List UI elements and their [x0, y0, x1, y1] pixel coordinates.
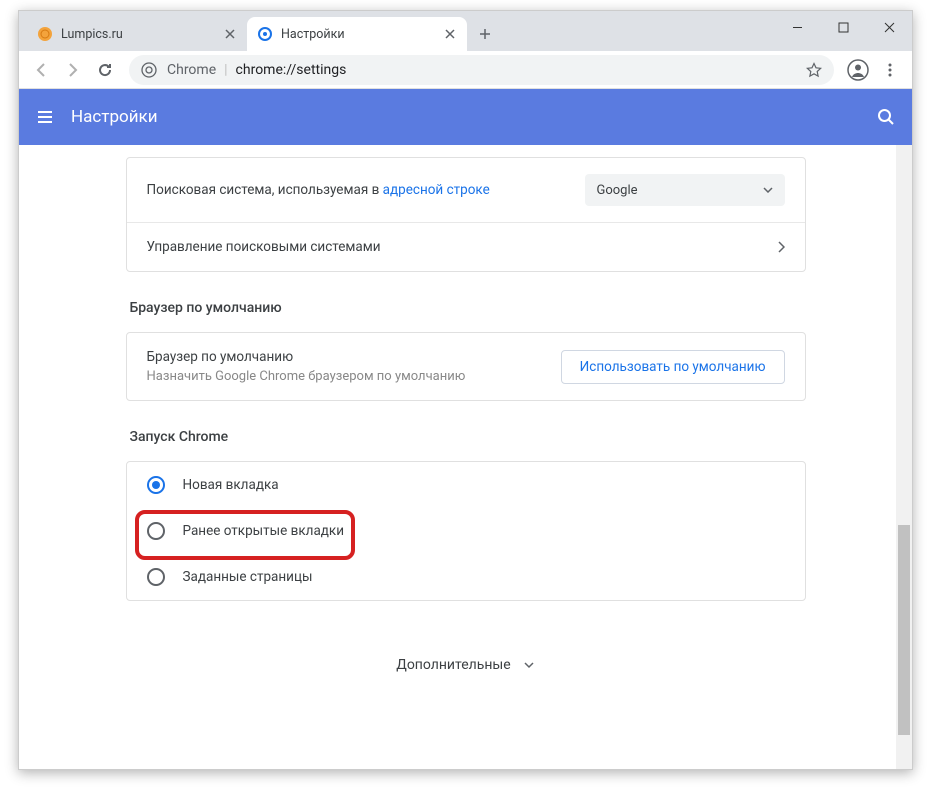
radio-selected-icon — [147, 476, 165, 494]
hamburger-icon[interactable] — [35, 107, 55, 127]
startup-section-title: Запуск Chrome — [130, 429, 806, 445]
startup-card: Новая вкладка Ранее открытые вкладки Зад… — [126, 461, 806, 601]
maximize-button[interactable] — [820, 11, 866, 43]
page-content: Настройки Поисковая система, используема… — [19, 89, 912, 769]
reload-button[interactable] — [91, 56, 119, 84]
manage-search-engines-row[interactable]: Управление поисковыми системами — [127, 223, 805, 271]
back-button[interactable] — [27, 56, 55, 84]
minimize-button[interactable] — [774, 11, 820, 43]
default-browser-card: Браузер по умолчанию Назначить Google Ch… — [126, 332, 806, 401]
address-bar-link[interactable]: адресной строке — [383, 182, 490, 198]
settings-header: Настройки — [19, 89, 912, 145]
tab-title: Lumpics.ru — [61, 27, 223, 42]
orange-circle-icon — [37, 26, 53, 42]
scrollbar-thumb[interactable] — [898, 525, 910, 735]
startup-option-new-tab[interactable]: Новая вкладка — [127, 462, 805, 508]
startup-option-continue[interactable]: Ранее открытые вкладки — [127, 508, 805, 554]
radio-label: Ранее открытые вкладки — [183, 523, 345, 539]
default-browser-subtitle: Назначить Google Chrome браузером по умо… — [147, 369, 561, 384]
radio-label: Заданные страницы — [183, 569, 313, 585]
address-bar[interactable]: Chrome | chrome://settings — [129, 55, 834, 85]
close-icon[interactable] — [223, 27, 237, 41]
tab-title: Настройки — [281, 27, 443, 42]
search-icon[interactable] — [876, 107, 896, 127]
forward-button[interactable] — [59, 56, 87, 84]
radio-label: Новая вкладка — [183, 477, 279, 493]
chrome-icon — [141, 62, 157, 78]
radio-icon — [147, 522, 165, 540]
browser-window: Lumpics.ru Настройки — [18, 10, 913, 770]
default-browser-row: Браузер по умолчанию Назначить Google Ch… — [127, 333, 805, 400]
search-engine-label: Поисковая система, используемая в адресн… — [147, 182, 585, 198]
tab-settings[interactable]: Настройки — [247, 17, 467, 51]
label-prefix: Поисковая система, используемая в — [147, 182, 383, 198]
manage-search-engines-label: Управление поисковыми системами — [147, 239, 777, 255]
close-window-button[interactable] — [866, 11, 912, 43]
search-engine-dropdown[interactable]: Google — [585, 174, 785, 206]
bookmark-star-icon[interactable] — [806, 62, 822, 78]
window-controls — [774, 11, 912, 43]
settings-body: Поисковая система, используемая в адресн… — [19, 145, 912, 769]
address-origin: Chrome — [167, 62, 216, 78]
default-browser-title: Браузер по умолчанию — [147, 349, 561, 365]
default-browser-section-title: Браузер по умолчанию — [130, 300, 806, 316]
tab-lumpics[interactable]: Lumpics.ru — [27, 17, 247, 51]
settings-title: Настройки — [71, 107, 876, 127]
profile-button[interactable] — [844, 56, 872, 84]
dropdown-value: Google — [597, 183, 763, 198]
advanced-label: Дополнительные — [396, 657, 510, 673]
chevron-right-icon — [777, 241, 785, 253]
menu-button[interactable] — [876, 56, 904, 84]
address-separator: | — [224, 62, 227, 78]
radio-icon — [147, 568, 165, 586]
search-engine-card: Поисковая система, используемая в адресн… — [126, 157, 806, 272]
advanced-toggle[interactable]: Дополнительные — [126, 629, 806, 701]
chevron-down-icon — [523, 661, 535, 669]
startup-option-specific-pages[interactable]: Заданные страницы — [127, 554, 805, 600]
address-path: chrome://settings — [236, 62, 347, 78]
set-default-button[interactable]: Использовать по умолчанию — [561, 350, 785, 384]
toolbar: Chrome | chrome://settings — [19, 51, 912, 89]
scrollbar[interactable] — [896, 145, 912, 769]
dropdown-caret-icon — [763, 187, 773, 193]
new-tab-button[interactable] — [471, 20, 499, 48]
search-engine-row[interactable]: Поисковая система, используемая в адресн… — [127, 158, 805, 223]
close-icon[interactable] — [443, 27, 457, 41]
gear-icon — [257, 26, 273, 42]
